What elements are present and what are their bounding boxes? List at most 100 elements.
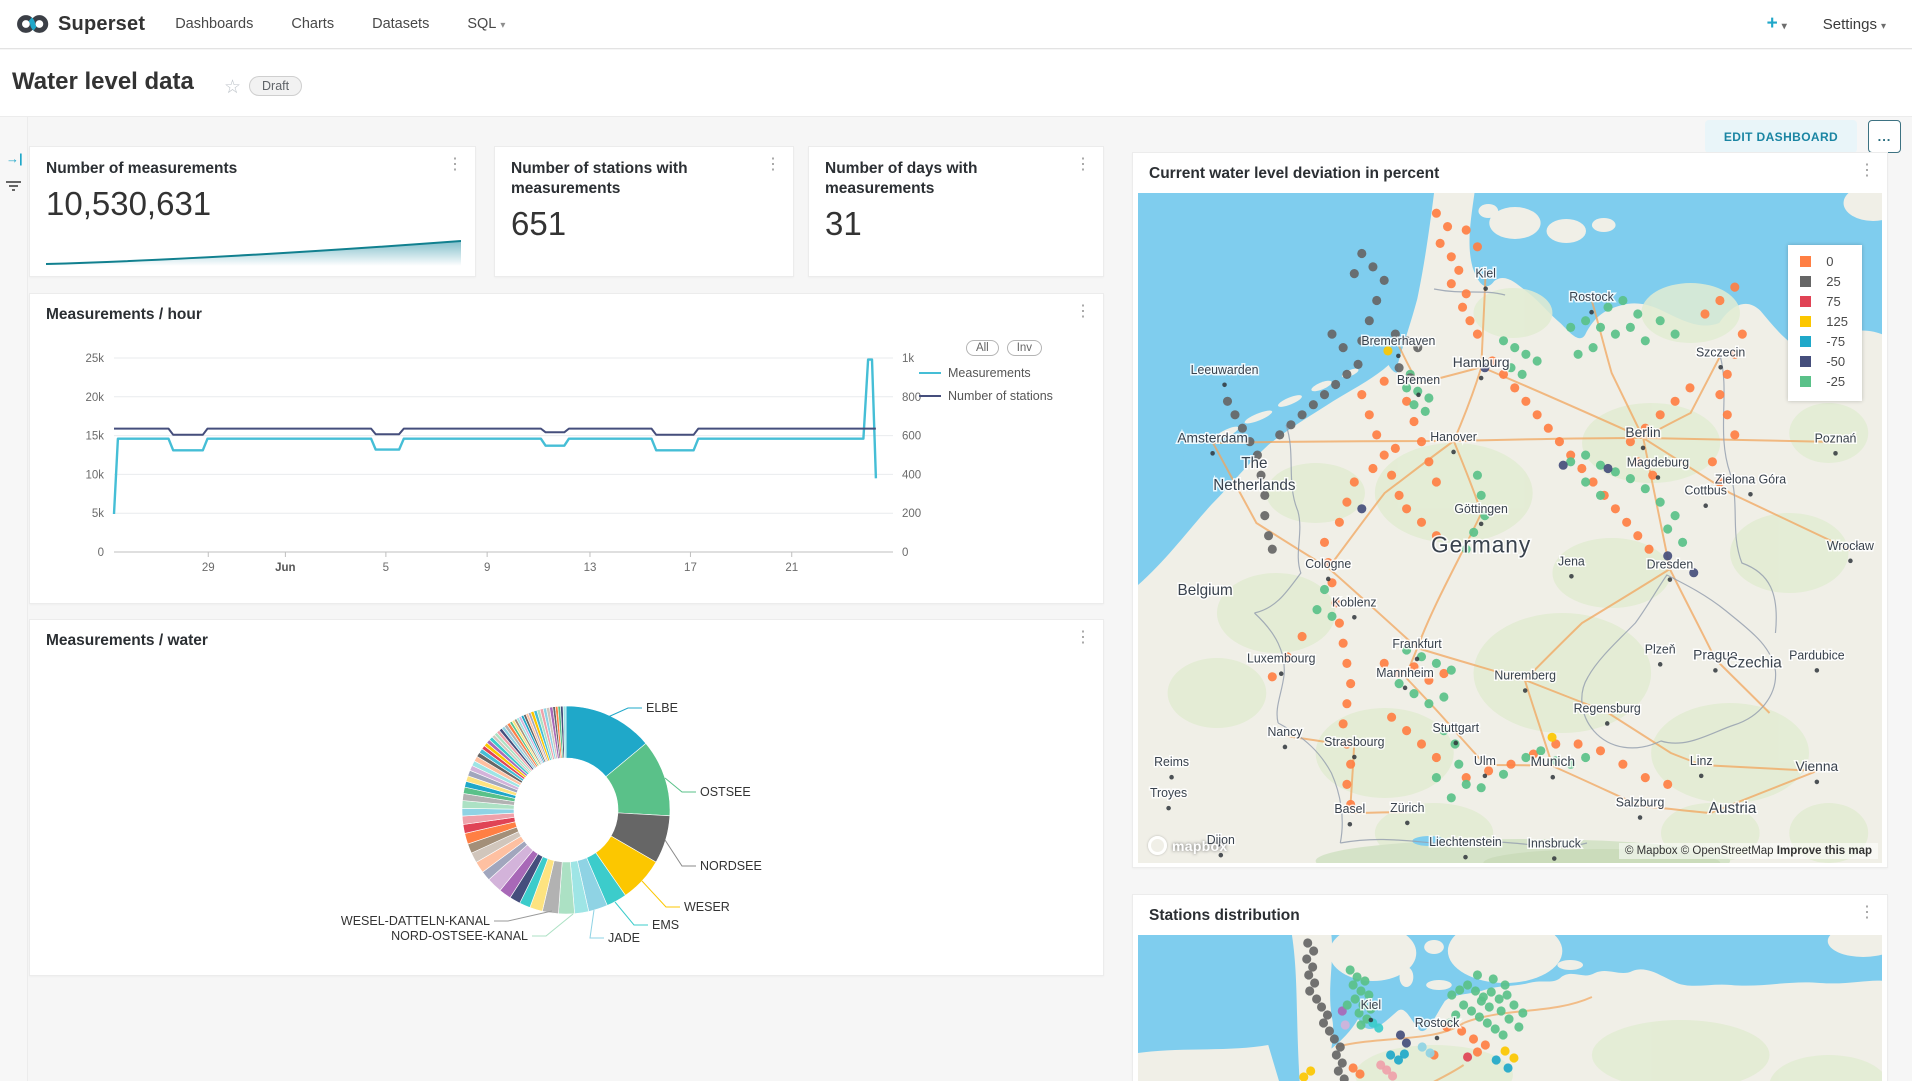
svg-text:Reims: Reims xyxy=(1154,755,1189,769)
legend-inv-button[interactable]: Inv xyxy=(1007,340,1042,356)
svg-text:Rostock: Rostock xyxy=(1415,1016,1460,1030)
svg-text:Cologne: Cologne xyxy=(1305,557,1351,571)
settings-menu[interactable]: Settings▾ xyxy=(1823,16,1886,33)
legend-color-swatch xyxy=(1800,316,1811,327)
legend-entry[interactable]: 25 xyxy=(1800,274,1848,289)
svg-text:Belgium: Belgium xyxy=(1178,582,1233,599)
legend-all-button[interactable]: All xyxy=(966,340,999,356)
svg-text:Bremen: Bremen xyxy=(1397,373,1440,387)
legend-item-measurements[interactable]: Measurements xyxy=(919,366,1089,380)
panel-measurements-hour: Measurements / hour ⋮ 25k1k20k80015k6001… xyxy=(29,293,1104,604)
svg-text:WESEL-DATTELN-KANAL: WESEL-DATTELN-KANAL xyxy=(341,914,490,928)
svg-text:NORDSEE: NORDSEE xyxy=(700,859,762,873)
panel-title: Stations distribution xyxy=(1149,907,1300,925)
kebab-menu-icon[interactable]: ⋮ xyxy=(765,157,781,173)
svg-text:400: 400 xyxy=(902,469,921,481)
panel-deviation-map: Current water level deviation in percent… xyxy=(1132,152,1888,868)
nav-item-datasets[interactable]: Datasets xyxy=(372,16,429,32)
superset-logo[interactable]: Superset xyxy=(16,13,145,36)
kebab-menu-icon[interactable]: ⋮ xyxy=(1859,163,1875,179)
nav-item-sql[interactable]: SQL▾ xyxy=(467,16,505,32)
svg-text:Bremerhaven: Bremerhaven xyxy=(1361,334,1435,348)
legend-label: -75 xyxy=(1826,334,1845,349)
caret-down-icon: ▾ xyxy=(500,20,505,31)
svg-text:Jena: Jena xyxy=(1558,554,1585,568)
svg-text:15k: 15k xyxy=(85,431,104,443)
svg-text:Salzburg: Salzburg xyxy=(1616,795,1665,809)
caret-down-icon: ▾ xyxy=(1881,21,1886,32)
stations-map[interactable]: Kiel Rostock xyxy=(1138,935,1882,1081)
deviation-map[interactable]: LeeuwardenAmsterdamTheNetherlandsBelgium… xyxy=(1138,193,1882,863)
kebab-menu-icon[interactable]: ⋮ xyxy=(447,157,463,173)
svg-text:Ulm: Ulm xyxy=(1474,754,1496,768)
kpi-sparkline xyxy=(46,234,461,266)
legend-label: 25 xyxy=(1826,274,1840,289)
measurements-line-swatch xyxy=(919,372,941,374)
panel-measurements-water: Measurements / water ⋮ ELBEOSTSEENORDSEE… xyxy=(29,619,1104,976)
svg-text:0: 0 xyxy=(902,547,908,559)
map-attribution: © Mapbox © OpenStreetMap Improve this ma… xyxy=(1619,843,1878,859)
legend-entry[interactable]: 0 xyxy=(1800,254,1848,269)
svg-text:Zürich: Zürich xyxy=(1390,801,1424,815)
legend-entry[interactable]: 125 xyxy=(1800,314,1848,329)
svg-text:29: 29 xyxy=(202,562,215,574)
svg-text:Regensburg: Regensburg xyxy=(1574,701,1641,715)
svg-text:Frankfurt: Frankfurt xyxy=(1392,637,1442,651)
legend-entry[interactable]: -25 xyxy=(1800,374,1848,389)
svg-text:10k: 10k xyxy=(85,469,104,481)
kebab-menu-icon[interactable]: ⋮ xyxy=(1859,905,1875,921)
nav-item-charts[interactable]: Charts xyxy=(291,16,334,32)
kebab-menu-icon[interactable]: ⋮ xyxy=(1075,157,1091,173)
mapbox-logo[interactable]: mapbox xyxy=(1148,836,1227,855)
svg-text:Rostock: Rostock xyxy=(1569,290,1614,304)
svg-text:Jun: Jun xyxy=(275,562,295,574)
legend-label: -50 xyxy=(1826,354,1845,369)
improve-map-link[interactable]: Improve this map xyxy=(1777,845,1872,857)
svg-text:Koblenz: Koblenz xyxy=(1332,595,1377,609)
svg-text:Magdeburg: Magdeburg xyxy=(1627,455,1689,469)
page-title: Water level data xyxy=(12,68,194,96)
stations-line-swatch xyxy=(919,395,941,397)
svg-text:Liechtenstein: Liechtenstein xyxy=(1429,835,1502,849)
svg-text:Austria: Austria xyxy=(1709,800,1757,817)
svg-text:Nancy: Nancy xyxy=(1267,725,1303,739)
legend-entry[interactable]: 75 xyxy=(1800,294,1848,309)
svg-text:200: 200 xyxy=(902,508,921,520)
svg-text:Hanover: Hanover xyxy=(1430,430,1477,444)
svg-text:9: 9 xyxy=(484,562,490,574)
svg-text:600: 600 xyxy=(902,431,921,443)
svg-text:5: 5 xyxy=(383,562,389,574)
legend-color-swatch xyxy=(1800,256,1811,267)
svg-text:Szczecin: Szczecin xyxy=(1696,345,1745,359)
donut-chart[interactable]: ELBEOSTSEENORDSEEWESEREMSJADENORD-OSTSEE… xyxy=(30,620,1105,977)
svg-text:Kiel: Kiel xyxy=(1361,998,1382,1012)
legend-label: 0 xyxy=(1826,254,1833,269)
svg-text:Plzeň: Plzeň xyxy=(1645,642,1676,656)
svg-text:Netherlands: Netherlands xyxy=(1213,477,1296,494)
legend-color-swatch xyxy=(1800,336,1811,347)
svg-text:20k: 20k xyxy=(85,392,104,404)
nav-item-dashboards[interactable]: Dashboards xyxy=(175,16,253,32)
new-item-button[interactable]: +▾ xyxy=(1767,13,1787,35)
dashboard-more-button[interactable]: ... xyxy=(1868,120,1901,153)
brand-name: Superset xyxy=(58,13,145,36)
svg-text:13: 13 xyxy=(584,562,597,574)
edit-dashboard-button[interactable]: EDIT DASHBOARD xyxy=(1705,120,1857,153)
kpi-title: Number of stations with measurements xyxy=(511,159,753,199)
map-legend: 0 25 75 125 -75 -50 -25 xyxy=(1788,245,1862,401)
legend-entry[interactable]: -75 xyxy=(1800,334,1848,349)
legend-label: 75 xyxy=(1826,294,1840,309)
svg-text:Mannheim: Mannheim xyxy=(1376,666,1434,680)
legend-entry[interactable]: -50 xyxy=(1800,354,1848,369)
filter-funnel-icon[interactable] xyxy=(5,179,22,200)
kpi-card-stations: Number of stations with measurements ⋮ 6… xyxy=(494,146,794,277)
kpi-value: 31 xyxy=(825,205,862,243)
svg-text:WESER: WESER xyxy=(684,900,730,914)
kpi-value: 10,530,631 xyxy=(46,185,211,223)
expand-filters-icon[interactable]: →| xyxy=(6,151,23,166)
favorite-star-icon[interactable]: ☆ xyxy=(224,76,241,99)
svg-text:Wrocław: Wrocław xyxy=(1827,539,1874,553)
svg-text:0: 0 xyxy=(98,547,104,559)
kpi-card-measurements: Number of measurements ⋮ 10,530,631 xyxy=(29,146,476,277)
legend-item-stations[interactable]: Number of stations xyxy=(919,389,1089,403)
